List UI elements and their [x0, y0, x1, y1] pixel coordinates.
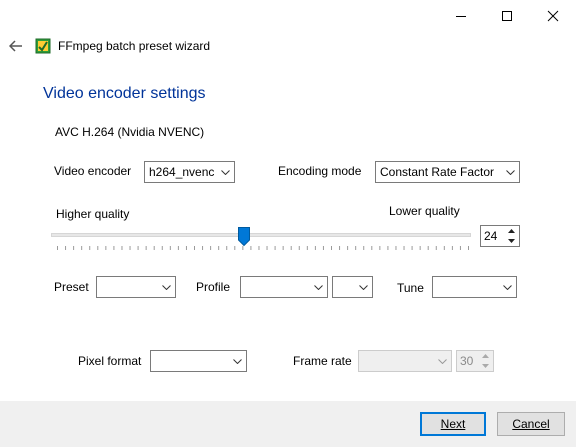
profile-level-select[interactable] [332, 276, 373, 298]
pixel-format-label: Pixel format [78, 354, 142, 368]
quality-slider-thumb[interactable] [238, 227, 250, 246]
higher-quality-label: Higher quality [56, 207, 130, 221]
chevron-down-icon [499, 277, 516, 297]
lower-quality-label: Lower quality [389, 204, 460, 218]
profile-label: Profile [196, 280, 231, 294]
app-icon [35, 38, 51, 54]
cancel-button-label: Cancel [512, 417, 550, 431]
spinner-down-button[interactable] [478, 361, 493, 371]
codec-name: AVC H.264 (Nvidia NVENC) [55, 125, 205, 139]
quality-slider-track[interactable] [51, 233, 471, 237]
encoding-mode-select[interactable]: Constant Rate Factor [375, 161, 520, 183]
spinner-down-button[interactable] [504, 236, 519, 246]
spinner-up-button[interactable] [504, 226, 519, 236]
quality-spinner[interactable]: 24 [480, 225, 520, 247]
encoding-mode-value: Constant Rate Factor [380, 165, 495, 179]
caret-down-icon [482, 364, 489, 368]
chevron-down-icon [434, 351, 451, 371]
maximize-button[interactable] [484, 0, 530, 32]
encoding-mode-label: Encoding mode [278, 164, 362, 178]
caret-up-icon [482, 354, 489, 358]
next-button-label: Next [440, 417, 466, 431]
back-button[interactable] [6, 36, 26, 56]
quality-slider-ticks [57, 246, 469, 250]
frame-rate-spinner-value: 30 [460, 354, 474, 368]
video-encoder-select[interactable]: h264_nvenc [144, 161, 235, 183]
quality-value: 24 [484, 229, 498, 243]
back-arrow-icon [9, 40, 22, 52]
maximize-icon [502, 11, 512, 21]
spinner-up-button[interactable] [478, 351, 493, 361]
window-title: FFmpeg batch preset wizard [58, 39, 211, 53]
video-encoder-value: h264_nvenc [149, 165, 215, 179]
frame-rate-label: Frame rate [293, 354, 352, 368]
chevron-down-icon [310, 277, 327, 297]
footer-bar [0, 401, 576, 447]
pixel-format-select[interactable] [150, 350, 247, 372]
frame-rate-spinner[interactable]: 30 [456, 350, 494, 372]
preset-select[interactable] [96, 276, 176, 298]
cancel-button[interactable]: Cancel [497, 412, 565, 436]
page-title: Video encoder settings [43, 85, 206, 102]
chevron-down-icon [217, 162, 234, 182]
tune-label: Tune [397, 281, 424, 295]
chevron-down-icon [229, 351, 246, 371]
chevron-down-icon [502, 162, 519, 182]
tune-select[interactable] [432, 276, 517, 298]
preset-label: Preset [54, 280, 89, 294]
close-button[interactable] [530, 0, 576, 32]
minimize-button[interactable] [438, 0, 484, 32]
minimize-icon [456, 16, 466, 17]
chevron-down-icon [355, 277, 372, 297]
close-icon [547, 10, 559, 22]
chevron-down-icon [158, 277, 175, 297]
frame-rate-select[interactable] [358, 350, 452, 372]
caret-down-icon [508, 239, 515, 243]
profile-select[interactable] [240, 276, 328, 298]
next-button[interactable]: Next [420, 412, 486, 436]
video-encoder-label: Video encoder [54, 164, 132, 178]
caret-up-icon [508, 229, 515, 233]
